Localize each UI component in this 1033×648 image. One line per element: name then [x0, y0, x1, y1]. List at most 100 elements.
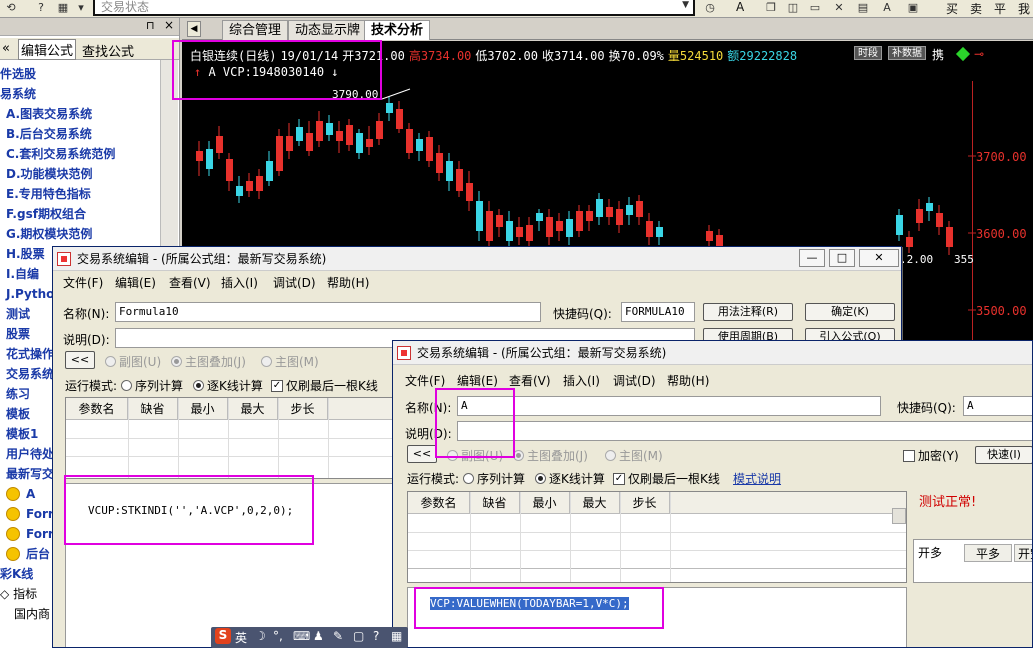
tree-item[interactable]: C.套利交易系统范例 [0, 144, 160, 164]
menu-view[interactable]: 查看(V) [169, 274, 211, 291]
my-button[interactable]: 我 [1018, 0, 1030, 17]
trade-status-dropdown[interactable]: 交易状态 ▼ [93, 0, 695, 16]
punct-icon[interactable]: °, [273, 629, 283, 643]
tool-icon[interactable]: ✎ [333, 629, 343, 643]
pin-icon[interactable]: ⊓ [146, 19, 155, 32]
formula-code-editor[interactable]: VCUP:STKINDI('','A.VCP',0,2,0); [65, 483, 425, 647]
help-icon[interactable]: ? [373, 629, 379, 643]
radio-main-chart[interactable]: 主图(M) [261, 353, 319, 370]
maximize-button[interactable]: □ [829, 249, 855, 267]
tab-overview[interactable]: 综合管理 [222, 20, 289, 40]
left-arrow-icon[interactable]: ◀ [187, 21, 201, 37]
tab-dynamic-board[interactable]: 动态显示牌 [288, 20, 368, 40]
menu-help[interactable]: 帮助(H) [327, 274, 369, 291]
last-bar-checkbox[interactable]: ✓ 仅刷最后一根K线 [271, 377, 378, 394]
radio-icon [463, 473, 474, 484]
grid-icon[interactable]: ▦ [56, 1, 70, 15]
collapse-button[interactable]: << [407, 445, 437, 463]
radio-main-overlay[interactable]: 主图叠加(J) [513, 447, 588, 464]
grid-icon[interactable]: ▤ [856, 1, 870, 15]
ok-button[interactable]: 确定(K) [805, 303, 895, 321]
chevron-down-icon[interactable]: ▾ [74, 1, 88, 15]
copy-icon[interactable]: ❐ [764, 1, 778, 15]
mode-help-link[interactable]: 模式说明 [733, 470, 781, 487]
ime-language[interactable]: 英 [235, 629, 247, 646]
radio-sub-chart[interactable]: 副图(U) [105, 353, 161, 370]
sogou-icon[interactable]: S [215, 628, 231, 644]
toolbar-a-button[interactable]: A [736, 0, 744, 14]
parameter-table[interactable]: 参数名 缺省 最小 最大 步长 [407, 491, 907, 583]
tab-technical-analysis[interactable]: 技术分析 [364, 20, 431, 40]
session-button[interactable]: 时段 [854, 46, 882, 60]
radio-sub-chart[interactable]: 副图(U) [447, 447, 503, 464]
clock-icon[interactable]: ◷ [703, 1, 717, 15]
shortcut-input[interactable]: A [963, 396, 1032, 416]
menu-debug[interactable]: 调试(D) [613, 372, 656, 389]
menu-icon[interactable]: ▦ [391, 629, 402, 643]
menu-edit[interactable]: 编辑(E) [115, 274, 156, 291]
tree-item[interactable]: 件选股 [0, 64, 160, 84]
run-mode-label: 运行模式: [407, 472, 460, 486]
refresh-icon[interactable]: ⟲ [4, 1, 18, 15]
menu-debug[interactable]: 调试(D) [273, 274, 316, 291]
tree-item[interactable]: E.专用特色指标 [0, 184, 160, 204]
radio-main-overlay[interactable]: 主图叠加(J) [171, 353, 246, 370]
name-input[interactable]: A [457, 396, 881, 416]
radio-sequence-calc[interactable]: 序列计算 [121, 377, 183, 394]
user-icon[interactable]: ♟ [313, 629, 324, 643]
help-icon[interactable]: ? [34, 1, 48, 15]
font-color-icon[interactable]: A [880, 1, 894, 15]
last-bar-checkbox[interactable]: ✓ 仅刷最后一根K线 [613, 470, 720, 487]
minimize-button[interactable]: — [799, 249, 825, 267]
collapse-button[interactable]: << [65, 351, 95, 369]
menu-edit[interactable]: 编辑(E) [457, 372, 498, 389]
sell-button[interactable]: 卖 [970, 0, 982, 17]
encrypt-checkbox[interactable]: 加密(Y) [903, 447, 959, 464]
restore-icon[interactable]: ▭ [808, 1, 822, 15]
formula-code-editor[interactable]: VCP:VALUEWHEN(TODAYBAR=1,V*C); [407, 587, 907, 647]
tab-edit-formula[interactable]: 编辑公式 [18, 39, 77, 60]
radio-bar-calc[interactable]: 逐K线计算 [535, 470, 605, 487]
menu-help[interactable]: 帮助(H) [667, 372, 709, 389]
usage-notes-button[interactable]: 用法注释(R) [703, 303, 793, 321]
layout-icon[interactable]: ▣ [906, 1, 920, 15]
tab-open-long[interactable]: 开多 [918, 544, 942, 561]
description-input[interactable] [457, 421, 1032, 441]
high-price: 高3734.00 [408, 49, 472, 63]
radio-sequence-calc[interactable]: 序列计算 [463, 470, 525, 487]
window-icon[interactable]: ◫ [786, 1, 800, 15]
keyboard-icon[interactable]: ⌨ [293, 629, 310, 643]
menu-file[interactable]: 文件(F) [405, 372, 445, 389]
left-arrow-icon[interactable]: « [2, 41, 10, 56]
tree-item[interactable]: 易系统 [0, 84, 160, 104]
tree-item[interactable]: A.图表交易系统 [0, 104, 160, 124]
radio-bar-calc[interactable]: 逐K线计算 [193, 377, 263, 394]
close-icon[interactable]: × [164, 18, 174, 32]
close-icon[interactable]: ✕ [832, 1, 846, 15]
tree-item[interactable]: G.期权模块范例 [0, 224, 160, 244]
moon-icon[interactable]: ☽ [255, 629, 266, 643]
tab-find-formula[interactable]: 查找公式 [82, 41, 134, 60]
menu-view[interactable]: 查看(V) [509, 372, 551, 389]
radio-main-chart[interactable]: 主图(M) [605, 447, 663, 464]
quick-button[interactable]: 快速(I) [975, 446, 1032, 464]
menu-insert[interactable]: 插入(I) [563, 372, 600, 389]
close-position-button[interactable]: 平 [994, 0, 1006, 17]
vcp-indicator-line: ↑ A VCP:1948030140 ↓ [194, 65, 339, 79]
tree-item[interactable]: D.功能模块范例 [0, 164, 160, 184]
close-button[interactable]: ✕ [859, 249, 899, 267]
menu-insert[interactable]: 插入(I) [221, 274, 258, 291]
menu-file[interactable]: 文件(F) [63, 274, 103, 291]
shortcut-input[interactable]: FORMULA10 [621, 302, 695, 322]
tree-item[interactable]: F.gsf期权组合 [0, 204, 160, 224]
table-scrollbar[interactable] [892, 508, 906, 524]
skin-icon[interactable]: ▢ [353, 629, 364, 643]
tab-close-long[interactable]: 平多 [964, 544, 1012, 562]
tree-item[interactable]: B.后台交易系统 [0, 124, 160, 144]
parameter-table[interactable]: 参数名 缺省 最小 最大 步长 [65, 397, 425, 479]
name-input[interactable]: Formula10 [115, 302, 541, 322]
candle-body [926, 203, 933, 211]
buy-button[interactable]: 买 [946, 0, 958, 17]
tab-open-short[interactable]: 开空 [1014, 544, 1032, 562]
backfill-button[interactable]: 补数据 [888, 46, 926, 60]
